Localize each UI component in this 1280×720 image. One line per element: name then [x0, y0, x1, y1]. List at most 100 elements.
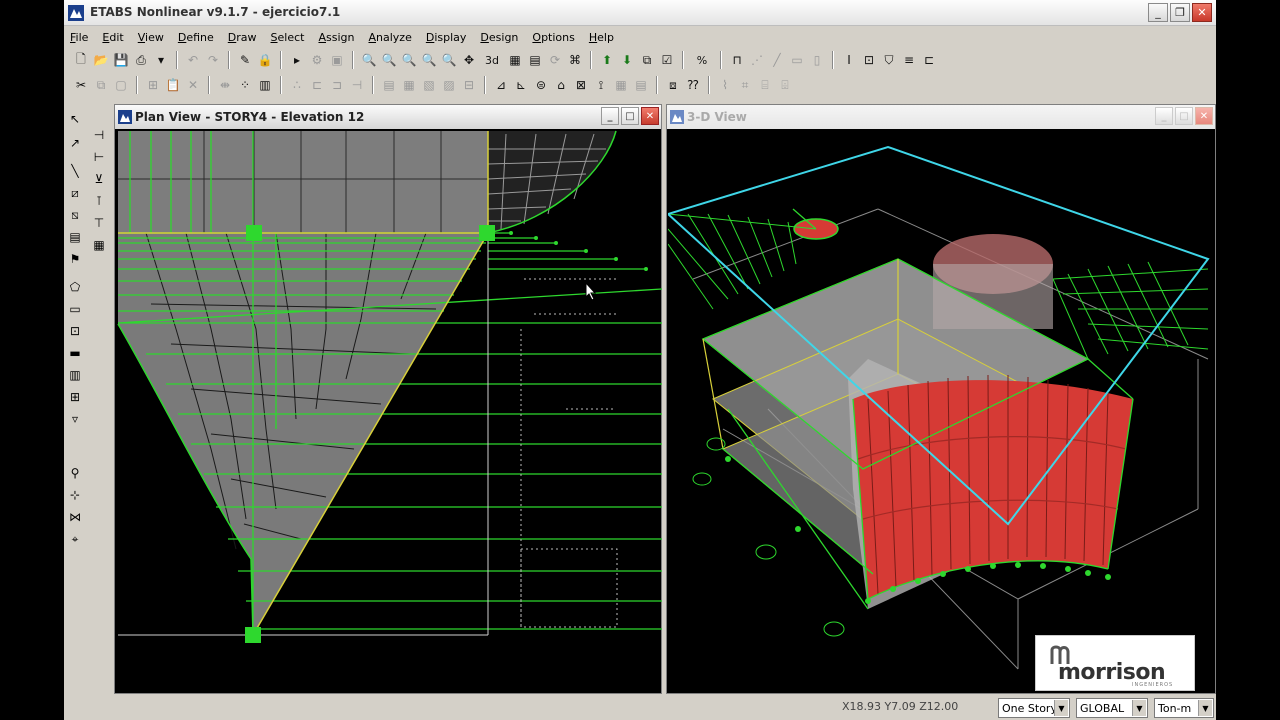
joint-marker[interactable]: [245, 627, 261, 643]
plan-view-close-button[interactable]: ✕: [641, 107, 659, 125]
menu-edit[interactable]: Edit: [102, 31, 123, 44]
draw-wall-icon[interactable]: ▯: [808, 51, 826, 69]
draw-brace-icon[interactable]: ⋰: [748, 51, 766, 69]
minimize-button[interactable]: _: [1148, 3, 1168, 22]
save-icon[interactable]: 💾: [112, 51, 130, 69]
extend-icon[interactable]: ⊐: [328, 76, 346, 94]
percent-dropdown[interactable]: %: [690, 51, 714, 69]
pointer-icon[interactable]: ↖: [66, 110, 84, 128]
animate-icon[interactable]: ▣: [328, 51, 346, 69]
rotate-icon[interactable]: ⟳: [546, 51, 564, 69]
snap-to-points-icon[interactable]: ⚲: [66, 464, 84, 482]
cut-icon[interactable]: ✂: [72, 76, 90, 94]
joint-marker[interactable]: [246, 225, 262, 241]
lock-icon[interactable]: 🔒: [256, 51, 274, 69]
grid-points-icon[interactable]: ⁘: [236, 76, 254, 94]
frame-load-icon[interactable]: ⊿: [492, 76, 510, 94]
chevron-down-icon[interactable]: ▼: [1198, 700, 1212, 716]
restore-button[interactable]: ❐: [1170, 3, 1190, 22]
merge-icon[interactable]: ⇼: [216, 76, 234, 94]
print-setup-icon[interactable]: ▾: [152, 51, 170, 69]
view-3d-button[interactable]: 3d: [480, 51, 504, 69]
draw-dimension-icon[interactable]: ⊣: [90, 126, 108, 144]
draw-section-cut-icon[interactable]: ⊤: [90, 214, 108, 232]
slab-icon[interactable]: ≡: [900, 51, 918, 69]
zoom-restore-icon[interactable]: 🔍: [380, 51, 398, 69]
snap-to-ends-icon[interactable]: ⊹: [66, 486, 84, 504]
draw-frame-object-icon[interactable]: ⧄: [66, 184, 84, 202]
joint-marker[interactable]: [479, 225, 495, 241]
wall-mesh-icon[interactable]: ▨: [440, 76, 458, 94]
draw-column-icon[interactable]: ▤: [66, 228, 84, 246]
draw-frame-icon[interactable]: ⊓: [728, 51, 746, 69]
open-folder-icon[interactable]: 📂: [92, 51, 110, 69]
view-3d-canvas[interactable]: [668, 129, 1216, 693]
divide-icon[interactable]: ∴: [288, 76, 306, 94]
menu-display[interactable]: Display: [426, 31, 467, 44]
point-load-icon[interactable]: ⊾: [512, 76, 530, 94]
menu-view[interactable]: View: [138, 31, 164, 44]
view-3d-close-button[interactable]: ✕: [1195, 107, 1213, 125]
view-3d-window[interactable]: 3-D View _ □ ✕: [666, 104, 1216, 694]
plan-view-window[interactable]: Plan View - STORY4 - Elevation 12 _ □ ✕: [114, 104, 662, 694]
plan-view-minimize-button[interactable]: _: [601, 107, 619, 125]
move-up-icon[interactable]: ⬆: [598, 51, 616, 69]
zoom-in-icon[interactable]: 🔍: [400, 51, 418, 69]
print-icon[interactable]: ⎙: [132, 51, 150, 69]
draw-area-icon[interactable]: ▭: [788, 51, 806, 69]
run-analysis-icon[interactable]: ▸: [288, 51, 306, 69]
pier-label-icon[interactable]: ⌂: [552, 76, 570, 94]
draw-area-object-icon[interactable]: ⬠: [66, 278, 84, 296]
zoom-window-icon[interactable]: 🔍: [360, 51, 378, 69]
release-icon[interactable]: ▦: [612, 76, 630, 94]
joint-restraint-icon[interactable]: ⊡: [860, 51, 878, 69]
pan-icon[interactable]: ✥: [460, 51, 478, 69]
plan-view-canvas[interactable]: [116, 129, 662, 693]
menu-draw[interactable]: Draw: [228, 31, 257, 44]
draw-reference-point-icon[interactable]: ⊢: [90, 148, 108, 166]
show-stress-icon[interactable]: ⌸: [756, 76, 774, 94]
perspective-icon[interactable]: ⌘: [566, 51, 584, 69]
spandrel-icon[interactable]: ⊠: [572, 76, 590, 94]
clipboard-icon[interactable]: 📋: [164, 76, 182, 94]
menu-help[interactable]: Help: [589, 31, 614, 44]
move-down-icon[interactable]: ⬇: [618, 51, 636, 69]
trim-icon[interactable]: ⊣: [348, 76, 366, 94]
diaphragm-icon[interactable]: ⟟: [592, 76, 610, 94]
draw-rectangle-area-icon[interactable]: ▭: [66, 300, 84, 318]
show-forces-icon[interactable]: ⌗: [736, 76, 754, 94]
query-icon[interactable]: ⁇: [684, 76, 702, 94]
cone-area[interactable]: [118, 233, 488, 635]
set-display-options-icon[interactable]: ☑: [658, 51, 676, 69]
snap-to-intersection-icon[interactable]: ⋈: [66, 508, 84, 526]
elevation-view-icon[interactable]: ▤: [526, 51, 544, 69]
join-icon[interactable]: ⊏: [308, 76, 326, 94]
area-mesh-icon[interactable]: ▧: [420, 76, 438, 94]
chevron-down-icon[interactable]: ▼: [1054, 700, 1068, 716]
view-3d-minimize-button[interactable]: _: [1155, 107, 1173, 125]
menu-define[interactable]: Define: [178, 31, 214, 44]
chevron-down-icon[interactable]: ▼: [1132, 700, 1146, 716]
draw-mesh-icon[interactable]: ▦: [90, 236, 108, 254]
delete-icon[interactable]: ✕: [184, 76, 202, 94]
label-icon[interactable]: ⊏: [920, 51, 938, 69]
slab-area[interactable]: [118, 131, 488, 233]
replicate-icon[interactable]: ⊞: [144, 76, 162, 94]
link-icon[interactable]: ▤: [632, 76, 650, 94]
filter-icon[interactable]: ⛉: [880, 51, 898, 69]
menu-select[interactable]: Select: [271, 31, 305, 44]
draw-wall-icon[interactable]: ▬: [66, 344, 84, 362]
show-tables-icon[interactable]: ⌹: [776, 76, 794, 94]
paste-icon[interactable]: ▢: [112, 76, 130, 94]
area-load-icon[interactable]: ⊜: [532, 76, 550, 94]
group-icon[interactable]: ⧈: [664, 76, 682, 94]
menu-design[interactable]: Design: [480, 31, 518, 44]
view-3d-maximize-button[interactable]: □: [1175, 107, 1193, 125]
menu-assign[interactable]: Assign: [318, 31, 354, 44]
new-file-icon[interactable]: 🗋: [72, 51, 90, 69]
draw-developed-elevation-icon[interactable]: ⊺: [90, 192, 108, 210]
draw-secondary-beam-icon[interactable]: ⚑: [66, 250, 84, 268]
draw-opening-icon[interactable]: ▿: [66, 410, 84, 428]
menu-file[interactable]: File: [70, 31, 88, 44]
zoom-previous-icon[interactable]: 🔍: [440, 51, 458, 69]
